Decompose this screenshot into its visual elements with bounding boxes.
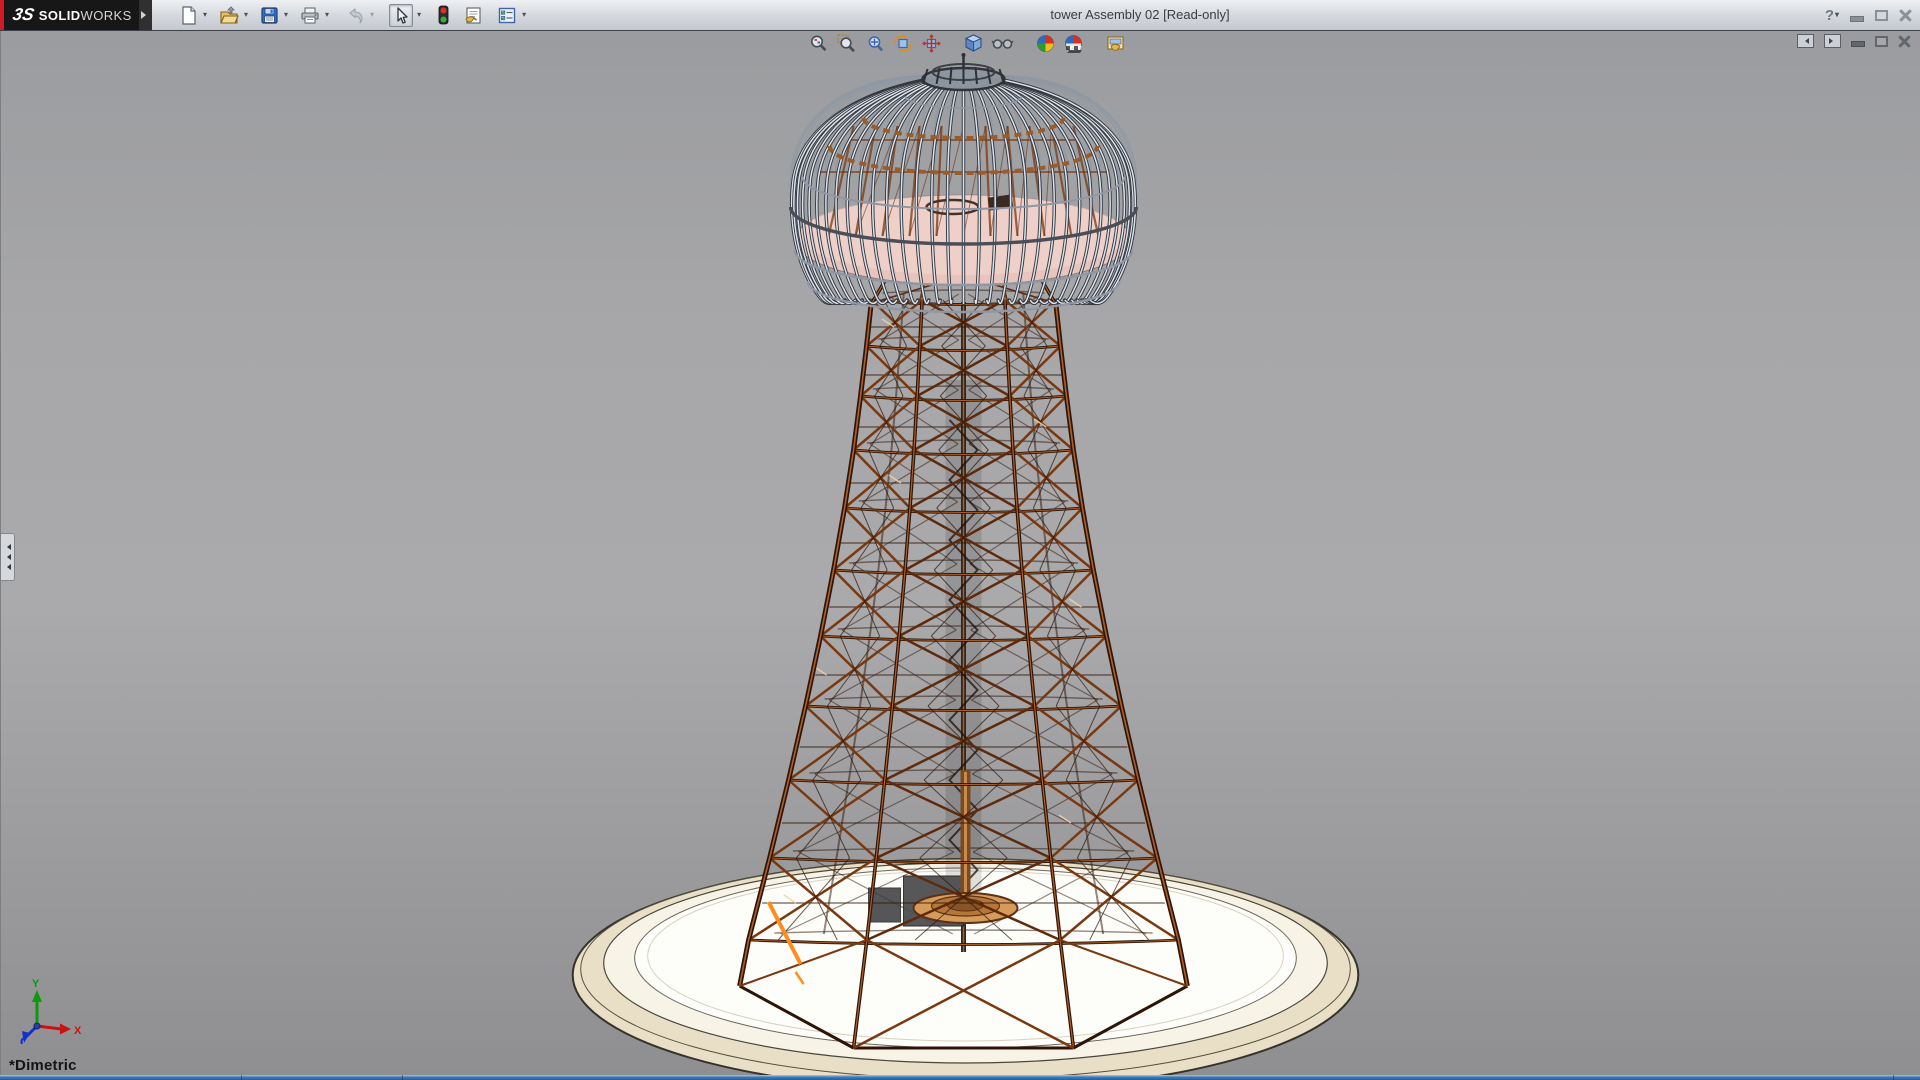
pan-icon bbox=[921, 33, 942, 54]
rotate-view-button[interactable] bbox=[891, 32, 915, 55]
app-window-controls: ?▾ bbox=[1825, 0, 1912, 30]
zoom-to-area-icon bbox=[836, 33, 857, 54]
undo-dropdown[interactable]: ▾ bbox=[370, 11, 374, 19]
select-cursor-icon bbox=[391, 6, 411, 25]
new-document-button[interactable] bbox=[178, 5, 199, 26]
logo-text-solid: SOLID bbox=[39, 8, 81, 23]
open-document-button[interactable] bbox=[218, 5, 240, 26]
zoom-in-out-icon bbox=[864, 33, 885, 54]
select-button[interactable] bbox=[389, 4, 413, 27]
minimize-button[interactable] bbox=[1850, 16, 1864, 22]
shaded-sphere-icon bbox=[1035, 33, 1056, 54]
options-button[interactable] bbox=[496, 5, 518, 26]
collapse-arrow-icon bbox=[4, 554, 11, 560]
rebuild-button[interactable] bbox=[436, 4, 451, 26]
model-3d-tower-assembly: YX bbox=[1, 31, 1920, 1075]
triad-y-label: Y bbox=[32, 978, 40, 990]
dome-oculus bbox=[923, 53, 1005, 90]
undo-button[interactable] bbox=[344, 5, 366, 26]
edit-appearance-icon bbox=[1105, 33, 1127, 54]
triad-x-label: X bbox=[74, 1025, 82, 1037]
new-document-icon bbox=[179, 6, 198, 25]
options-dropdown[interactable]: ▾ bbox=[522, 11, 526, 19]
pane-right-icon bbox=[1829, 38, 1836, 44]
pane-left-icon bbox=[1802, 38, 1809, 44]
view-orientation-label: *Dimetric bbox=[9, 1057, 77, 1074]
print-dropdown[interactable]: ▾ bbox=[325, 11, 329, 19]
taskbar-edge[interactable] bbox=[0, 1075, 1920, 1080]
open-folder-icon bbox=[219, 6, 239, 25]
zoom-to-fit-icon bbox=[808, 33, 829, 54]
view-cube-icon bbox=[963, 33, 984, 54]
collapse-left-pane-button[interactable] bbox=[1797, 34, 1814, 48]
close-button[interactable] bbox=[1899, 9, 1912, 22]
orientation-triad: YX bbox=[21, 978, 81, 1044]
solidworks-window: { "titlebar": { "logo": { "glyph": "3S",… bbox=[0, 0, 1920, 1080]
save-button[interactable] bbox=[259, 5, 280, 26]
realview-sphere-icon bbox=[1063, 33, 1084, 54]
document-title: tower Assembly 02 [Read-only] bbox=[1050, 7, 1229, 22]
view-orientation-button[interactable] bbox=[962, 32, 985, 55]
logo-red-stripe bbox=[0, 0, 4, 30]
options-checklist-icon bbox=[497, 6, 517, 25]
rotate-view-icon bbox=[892, 33, 914, 54]
view-toolbar bbox=[807, 32, 1128, 55]
collapse-arrow-icon bbox=[4, 544, 11, 550]
solidworks-logo-glyph: 3S bbox=[11, 5, 36, 25]
main-toolbar: ▾ ▾ ▾ bbox=[178, 4, 526, 27]
collapse-right-pane-button[interactable] bbox=[1824, 34, 1841, 48]
solidworks-logo: 3S SOLIDWORKS bbox=[0, 0, 152, 30]
graphics-viewport[interactable]: YX bbox=[0, 31, 1920, 1075]
help-button[interactable]: ?▾ bbox=[1825, 7, 1839, 24]
logo-text-works: WORKS bbox=[81, 8, 132, 23]
feature-tree-collapsed-tab[interactable] bbox=[1, 533, 15, 581]
traffic-light-icon bbox=[437, 5, 450, 25]
glasses-icon bbox=[991, 33, 1014, 54]
help-dropdown: ▾ bbox=[1835, 11, 1839, 19]
save-dropdown[interactable]: ▾ bbox=[284, 11, 288, 19]
print-icon bbox=[300, 6, 320, 25]
doc-minimize-button[interactable] bbox=[1851, 41, 1865, 47]
save-floppy-icon bbox=[260, 6, 279, 25]
open-dropdown[interactable]: ▾ bbox=[244, 11, 248, 19]
file-properties-icon bbox=[463, 6, 484, 25]
zoom-to-area-button[interactable] bbox=[835, 32, 858, 55]
collapse-arrow-icon bbox=[4, 564, 11, 570]
shaded-view-button[interactable] bbox=[1034, 32, 1057, 55]
realview-button[interactable] bbox=[1062, 32, 1085, 55]
new-dropdown[interactable]: ▾ bbox=[203, 11, 207, 19]
expand-arrow-icon bbox=[141, 11, 150, 19]
doc-restore-button[interactable] bbox=[1875, 36, 1888, 47]
select-dropdown[interactable]: ▾ bbox=[417, 11, 421, 19]
edit-appearance-button[interactable] bbox=[1104, 32, 1128, 55]
document-window-controls bbox=[1797, 34, 1911, 48]
undo-icon bbox=[345, 6, 365, 25]
zoom-in-out-button[interactable] bbox=[863, 32, 886, 55]
title-bar: 3S SOLIDWORKS ▾ ▾ bbox=[0, 0, 1920, 31]
menu-expand-button[interactable] bbox=[139, 0, 152, 30]
zoom-to-fit-button[interactable] bbox=[807, 32, 830, 55]
display-style-button[interactable] bbox=[990, 32, 1015, 55]
print-button[interactable] bbox=[299, 5, 321, 26]
restore-button[interactable] bbox=[1875, 10, 1888, 21]
file-properties-button[interactable] bbox=[462, 5, 485, 26]
pan-button[interactable] bbox=[920, 32, 943, 55]
doc-close-button[interactable] bbox=[1898, 35, 1911, 48]
